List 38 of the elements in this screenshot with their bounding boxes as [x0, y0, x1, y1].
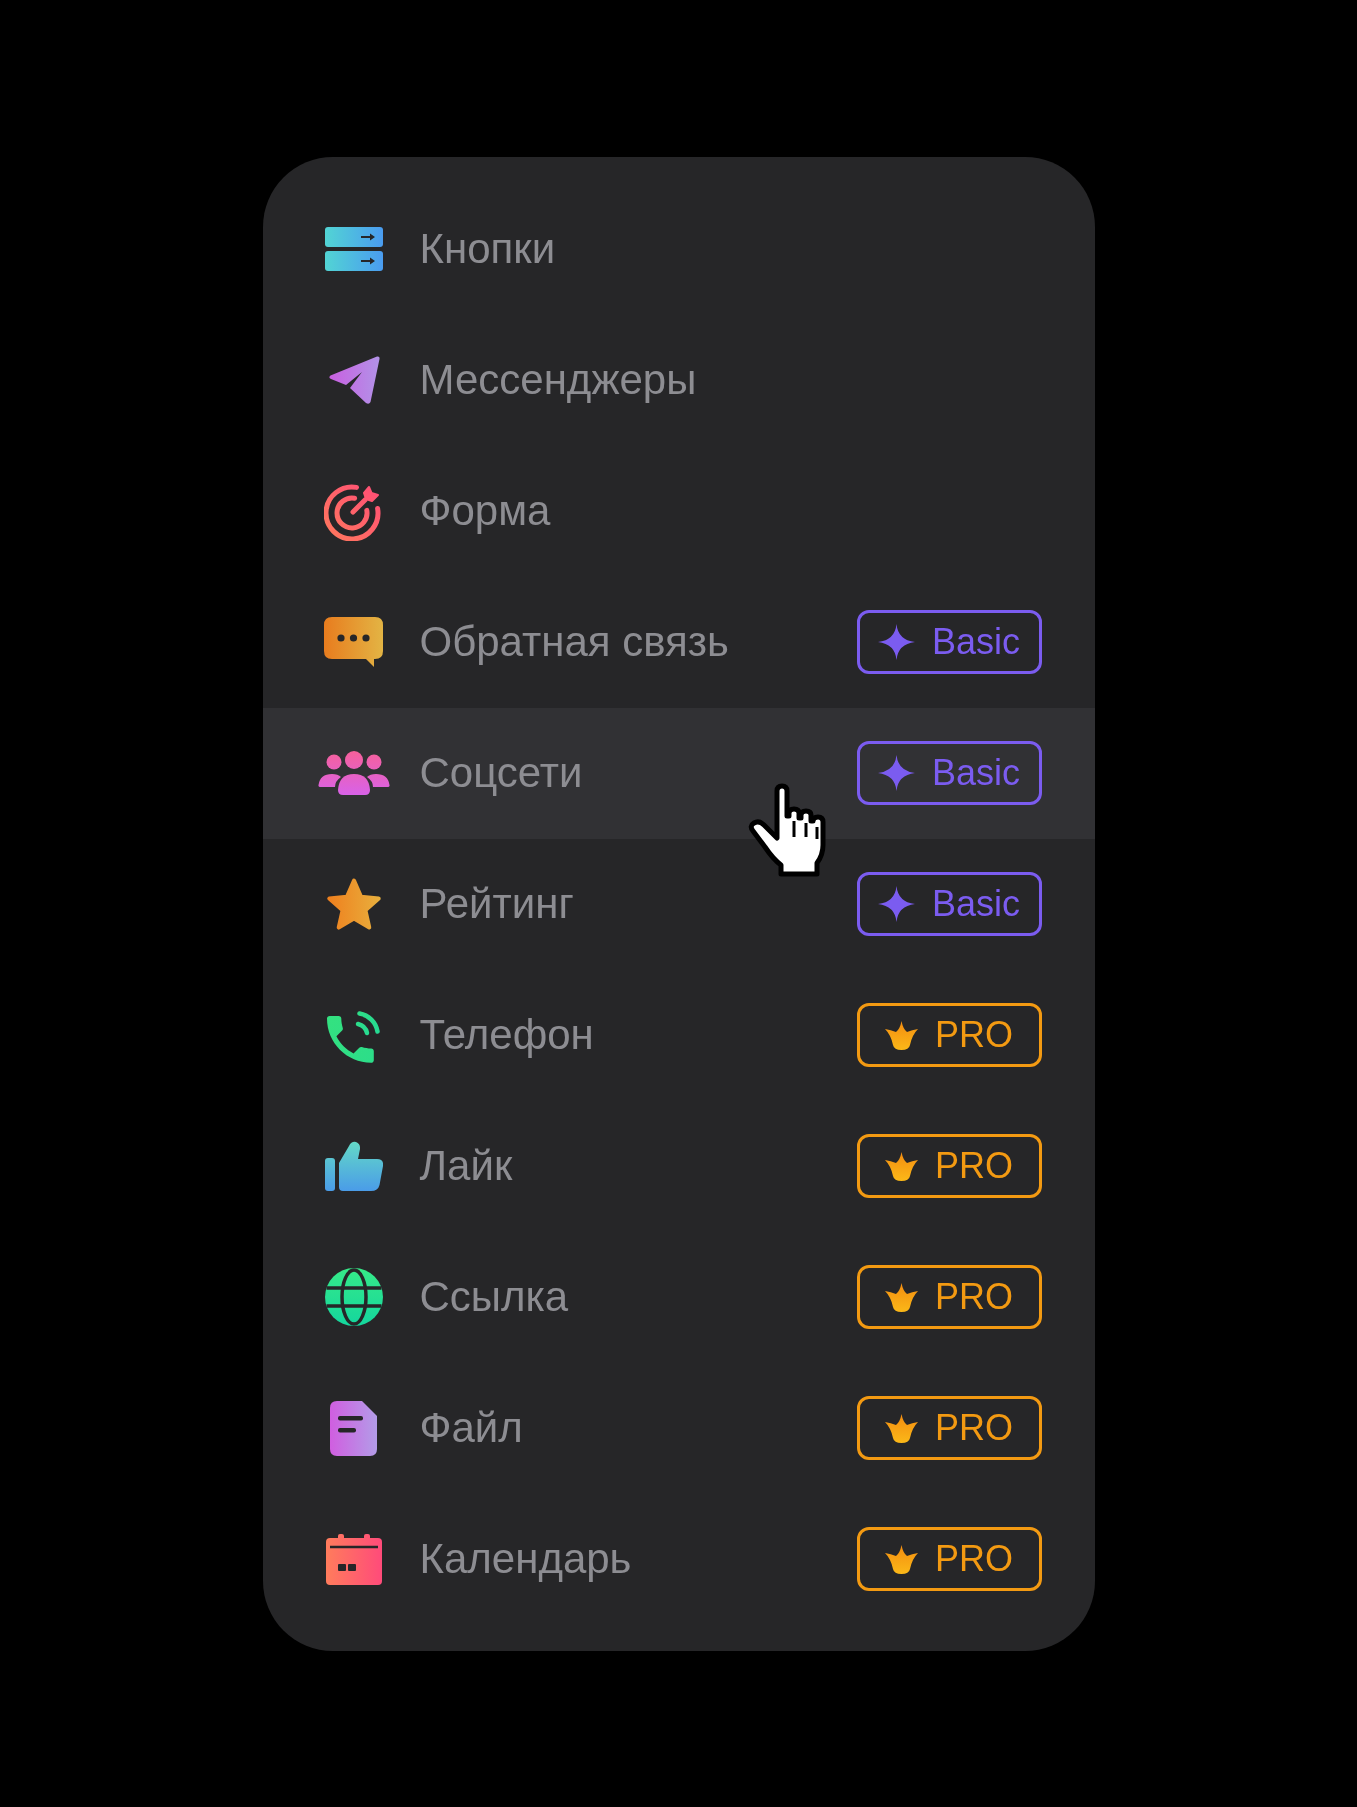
menu-item[interactable]: Кнопки — [262, 183, 1095, 315]
thumbs-up-icon — [324, 1141, 383, 1191]
menu-item[interactable]: Телефон PRO — [262, 969, 1095, 1101]
menu-item[interactable]: Файл PRO — [262, 1362, 1095, 1494]
plan-name: PRO — [935, 1014, 1013, 1056]
menu-item[interactable]: Форма — [262, 445, 1095, 577]
menu-item[interactable]: Рейтинг Basic — [262, 838, 1095, 970]
menu-item[interactable]: Мессенджеры — [262, 314, 1095, 446]
plan-name: PRO — [935, 1276, 1013, 1318]
crown-icon — [885, 1413, 918, 1443]
sparkle-icon — [878, 886, 915, 922]
plan-name: PRO — [935, 1538, 1013, 1580]
plan-name: Basic — [932, 883, 1020, 925]
plan-name: Basic — [932, 752, 1020, 794]
paper-plane-icon — [327, 355, 380, 405]
star-icon — [324, 877, 383, 931]
menu-item[interactable]: Ссылка PRO — [262, 1231, 1095, 1363]
calendar-icon — [325, 1533, 382, 1585]
plan-name: PRO — [935, 1145, 1013, 1187]
people-icon — [317, 751, 390, 795]
document-icon — [330, 1400, 377, 1456]
crown-icon — [885, 1151, 918, 1181]
menu-item[interactable]: Обратная связь Basic — [262, 576, 1095, 708]
crown-icon — [885, 1282, 918, 1312]
crown-icon — [885, 1544, 918, 1574]
menu-item[interactable]: Соцсети Basic — [262, 707, 1095, 839]
target-icon — [324, 481, 383, 541]
menu-item[interactable]: Лайк PRO — [262, 1100, 1095, 1232]
plan-name: PRO — [935, 1407, 1013, 1449]
crown-icon — [885, 1020, 918, 1050]
arrow-bars-icon — [324, 227, 383, 271]
menu-item[interactable]: Календарь PRO — [262, 1493, 1095, 1625]
globe-icon — [323, 1268, 384, 1326]
sparkle-icon — [878, 624, 915, 660]
plan-name: Basic — [932, 621, 1020, 663]
chat-bubble-icon — [324, 617, 383, 667]
hand-cursor-icon — [746, 782, 829, 878]
sparkle-icon — [878, 755, 915, 791]
